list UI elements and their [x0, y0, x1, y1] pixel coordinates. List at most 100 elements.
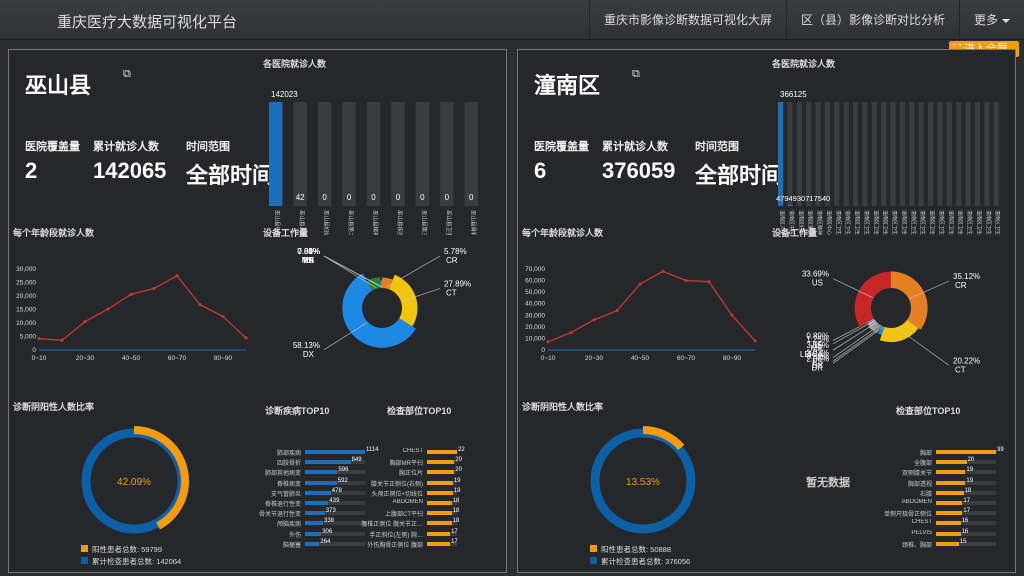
top-item-label: 右膝 [919, 491, 932, 498]
top-bar[interactable] [427, 501, 452, 505]
device-donut-chart: 5.78%CR27.89%CT58.13%DX7.34%MR0.85%RF0%U… [293, 247, 471, 359]
bar-value-label: 0 [420, 193, 425, 202]
positive-chart-title: 诊断阴阳性人数比率 [522, 402, 604, 412]
disease-top-title: 诊断疾病TOP10 [265, 406, 330, 416]
top-bar[interactable] [936, 501, 963, 505]
top-bar[interactable] [427, 470, 455, 475]
hospital-bar[interactable] [778, 102, 784, 206]
y-tick-label: 30,000 [525, 312, 545, 319]
age-point[interactable] [546, 340, 550, 344]
device-slice[interactable] [891, 271, 928, 330]
bar-top-label: 142023 [271, 90, 298, 99]
brand-title[interactable]: 重庆医疗大数据可视化平台 [57, 11, 237, 32]
stat-value: 376059 [602, 158, 676, 183]
top-item-label: 腰椎正侧位 髋关节正… [361, 522, 423, 529]
top-bar[interactable] [936, 480, 966, 485]
age-point[interactable] [753, 339, 757, 343]
top-bar[interactable] [936, 490, 964, 495]
top-bar[interactable] [936, 460, 967, 465]
top-bar[interactable] [305, 521, 323, 526]
top-bar[interactable] [427, 490, 453, 495]
age-point[interactable] [129, 292, 133, 296]
hospital-name-label: 潼南区卫生院9 [910, 210, 917, 235]
top-bar[interactable] [427, 521, 452, 526]
top-item-label: PELVIS [911, 529, 932, 536]
bar-background [293, 102, 307, 206]
nav-city-screen[interactable]: 重庆市影像诊断数据可视化大屏 [588, 0, 786, 40]
top-item-value: 596 [338, 467, 349, 474]
age-point[interactable] [37, 337, 41, 341]
slice-pct-label: 35.12% [953, 272, 980, 281]
district-panel-left: 巫山县 ⧉ 医院覆盖量 2 累计就诊人数 142065 时间范围 全部时间 各医院就诊人数 142… [8, 49, 507, 573]
top-bar[interactable] [427, 511, 452, 516]
age-point[interactable] [569, 331, 573, 335]
age-point[interactable] [661, 269, 665, 273]
top-item-label: 脊椎病变 [276, 481, 301, 488]
top-bar[interactable] [305, 490, 331, 495]
age-point[interactable] [592, 318, 596, 322]
top-bar[interactable] [427, 480, 453, 485]
slice-name-label: CT [955, 365, 966, 374]
top-bar[interactable] [936, 450, 996, 454]
bar-background [965, 102, 971, 206]
x-tick-label: 40~50 [122, 355, 141, 362]
top-bar[interactable] [427, 460, 455, 465]
top-item-value: 16 [961, 518, 969, 525]
top-bar[interactable] [305, 511, 325, 516]
top-bar[interactable] [427, 541, 451, 546]
age-point[interactable] [615, 309, 619, 313]
top-bar[interactable] [427, 531, 451, 536]
part-top-title: 检查部位TOP10 [896, 406, 961, 416]
top-bar[interactable] [936, 521, 961, 526]
top-item-label: 外伤胸骨正侧位 腹部 [367, 542, 423, 549]
age-point[interactable] [83, 320, 87, 324]
age-point[interactable] [60, 338, 64, 342]
age-point[interactable] [638, 282, 642, 286]
bar-value-label: 0 [396, 193, 401, 202]
device-slice[interactable] [854, 271, 891, 327]
legend-swatch [590, 545, 597, 552]
external-link-icon[interactable]: ⧉ [123, 68, 131, 81]
age-series-line [38, 274, 247, 341]
age-point[interactable] [198, 303, 202, 307]
hospital-bar[interactable] [269, 102, 283, 206]
age-point[interactable] [152, 286, 156, 291]
age-point[interactable] [244, 336, 248, 340]
age-line-chart: 30,000 25,000 20,000 15,000 10,000 5,000 00~10… [16, 266, 248, 362]
bar-background [317, 102, 332, 206]
external-link-icon[interactable]: ⧉ [632, 68, 640, 81]
top-bar[interactable] [305, 531, 322, 536]
slice-name-label: RF [812, 341, 823, 350]
bar-background [871, 102, 877, 206]
bar-background [937, 102, 943, 206]
hospital-name-label: 巫山县第三人民医院 [420, 210, 428, 235]
legend-label: 阳性患者总数: 50888 [601, 545, 672, 554]
top-bar[interactable] [936, 511, 963, 516]
top-bar[interactable] [427, 450, 457, 454]
top-item-value: 22 [458, 447, 465, 453]
top-item-value: 19 [453, 477, 461, 484]
top-bar[interactable] [305, 480, 337, 485]
top-item-label: 手正斜位(左侧) 腕… [369, 532, 423, 539]
age-point[interactable] [106, 307, 110, 311]
nav-district-compare[interactable]: 区（县）影像诊断对比分析 [785, 0, 959, 40]
top-bar[interactable] [936, 470, 966, 475]
age-point[interactable] [684, 278, 688, 283]
top-bar[interactable] [305, 460, 351, 465]
top-item-value: 18 [452, 498, 460, 504]
hospital-name-label: 潼南区卫生院16 [975, 210, 982, 235]
top-bar[interactable] [305, 541, 320, 546]
top-item-label: 单侧尺桡骨正侧位 [883, 512, 932, 519]
nav-more-dropdown[interactable]: 更多 [958, 0, 1024, 40]
top-bar[interactable] [936, 541, 959, 546]
age-point[interactable] [221, 314, 225, 319]
top-bar[interactable] [305, 501, 329, 505]
age-point[interactable] [730, 313, 734, 317]
y-tick-label: 60,000 [525, 278, 545, 285]
top-bar[interactable] [936, 531, 961, 536]
age-point[interactable] [707, 280, 711, 284]
positive-donut-chart: 13.53% [588, 426, 698, 536]
hospital-bar[interactable] [787, 204, 793, 206]
top-bar[interactable] [305, 470, 338, 475]
age-point[interactable] [175, 274, 179, 278]
